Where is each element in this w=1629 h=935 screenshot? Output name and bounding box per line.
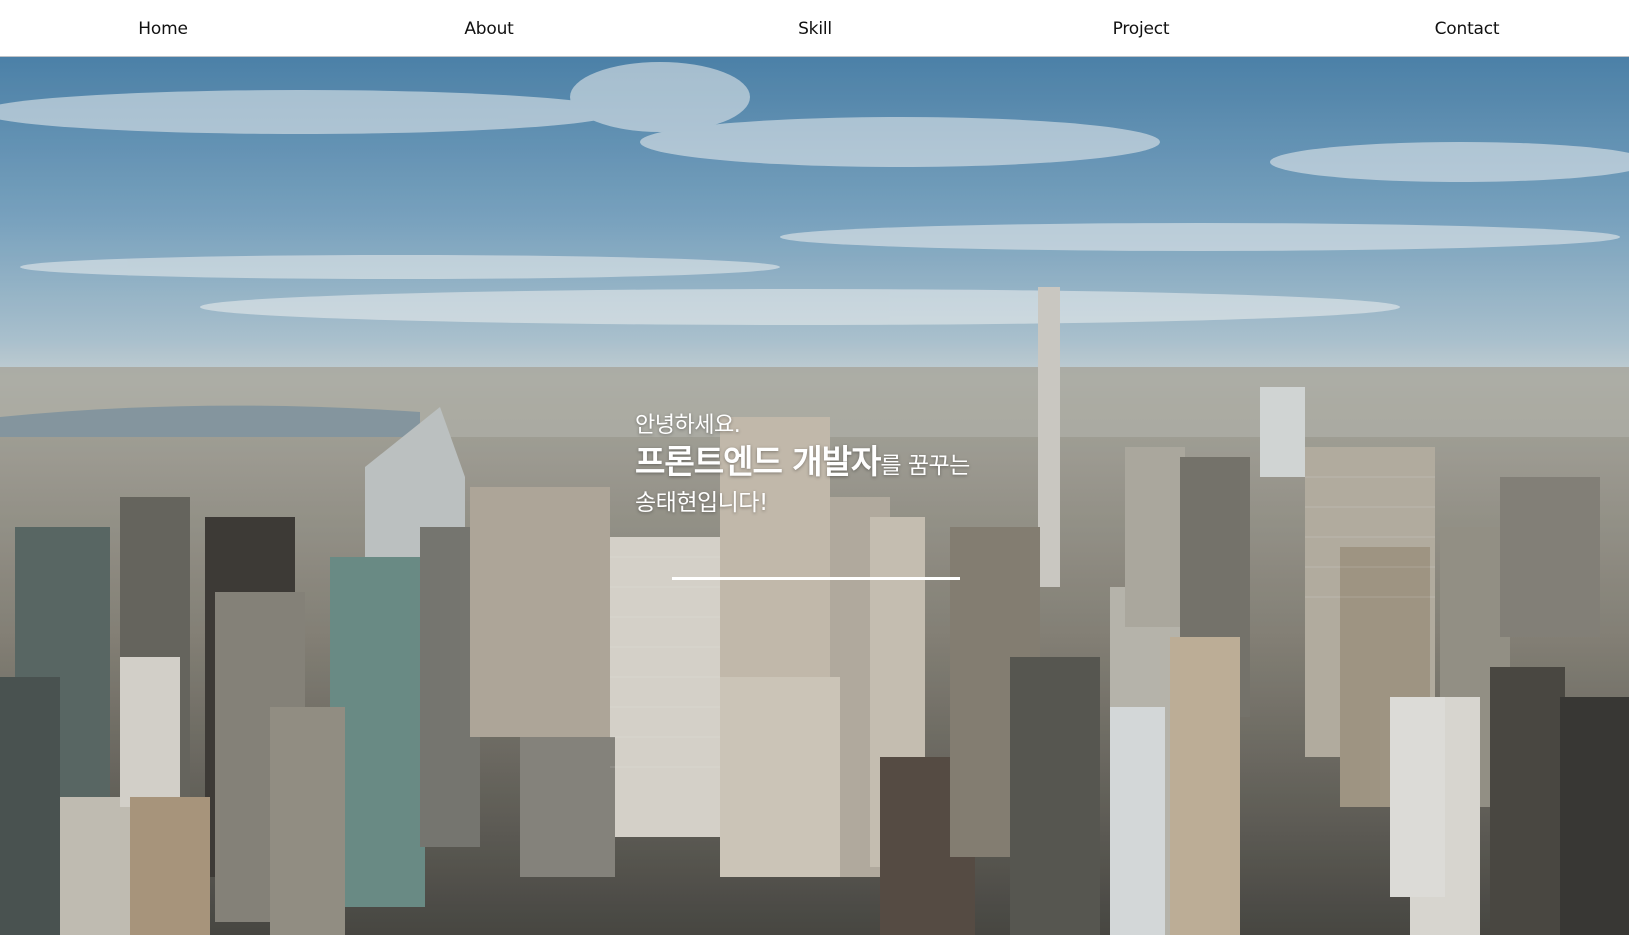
hero-name-line: 송태현입니다! bbox=[635, 490, 768, 516]
nav-item-home[interactable]: Home bbox=[63, 0, 263, 57]
hero-section: 안녕하세요. 프론트엔드 개발자를 꿈꾸는 송태현입니다! bbox=[0, 57, 1629, 935]
page: Home About Skill Project Contact 안녕하세요. … bbox=[0, 0, 1629, 935]
nav-item-project[interactable]: Project bbox=[1041, 0, 1241, 57]
hero-headline: 프론트엔드 개발자를 꿈꾸는 bbox=[635, 441, 970, 489]
hero-greeting: 안녕하세요. bbox=[635, 413, 741, 438]
hero-highlight-role: 프론트엔드 개발자 bbox=[635, 442, 881, 481]
nav-item-contact[interactable]: Contact bbox=[1367, 0, 1567, 57]
nav-item-about[interactable]: About bbox=[389, 0, 589, 57]
top-navigation: Home About Skill Project Contact bbox=[0, 0, 1629, 57]
hero-underline-divider bbox=[672, 577, 960, 580]
nav-item-skill[interactable]: Skill bbox=[715, 0, 915, 57]
hero-intro-text: 안녕하세요. 프론트엔드 개발자를 꿈꾸는 송태현입니다! bbox=[635, 411, 970, 517]
hero-suffix: 를 꿈꾸는 bbox=[880, 453, 970, 479]
